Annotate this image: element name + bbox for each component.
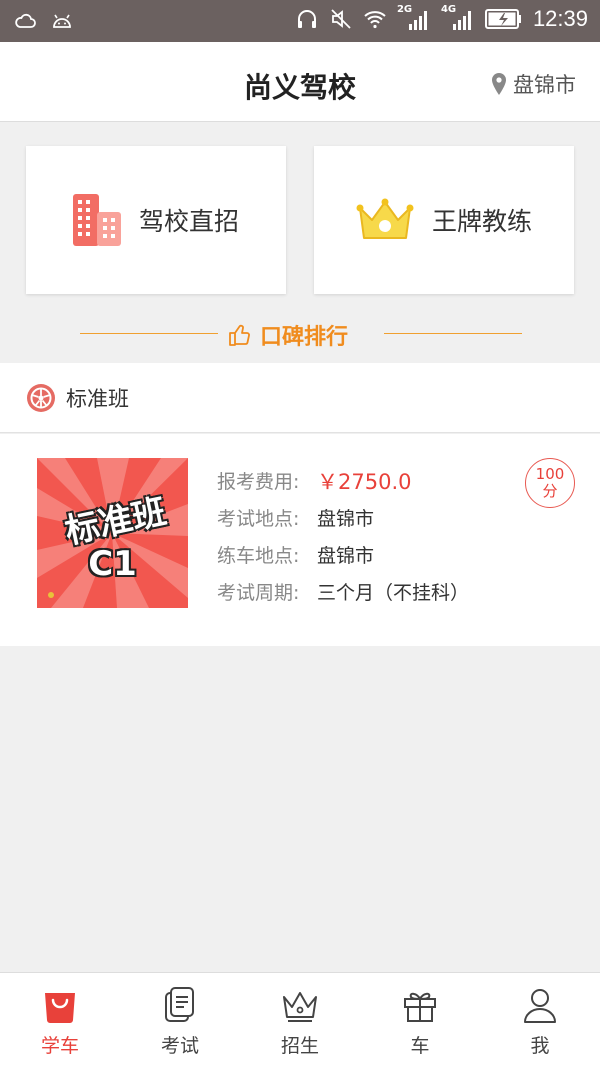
score-number: 100	[535, 465, 565, 483]
direct-recruit-card[interactable]: 驾校直招	[26, 146, 286, 294]
fee-value: ￥2750.0	[317, 469, 412, 494]
signal-4g-icon: 4G	[441, 4, 475, 32]
location-selector[interactable]: 盘锦市	[491, 69, 576, 99]
section-title: 标准班	[66, 386, 129, 411]
direct-recruit-label: 驾校直招	[138, 207, 239, 236]
divider-right	[384, 333, 522, 334]
location-pin-icon	[492, 73, 506, 95]
signal-2g-icon: 2G	[397, 4, 431, 32]
tab-car[interactable]: 车	[360, 973, 480, 1067]
ranking-header[interactable]: 口碑排行	[0, 316, 600, 352]
document-icon	[165, 987, 194, 1022]
fee-label: 报考费用:	[217, 471, 300, 493]
status-bar: 2G 4G 12:39	[0, 0, 600, 42]
building-icon	[72, 194, 121, 246]
ranking-label: 口碑排行	[260, 325, 349, 350]
android-icon	[53, 14, 71, 28]
clock: 12:39	[532, 6, 588, 31]
class-list-item[interactable]: 标准班 C1 报考费用: ￥2750.0 考试地点: 盘锦市 练车地点: 盘锦市…	[0, 434, 600, 646]
shopping-bag-icon	[45, 993, 75, 1023]
headphones-icon	[297, 10, 316, 28]
class-thumbnail[interactable]: 标准班 C1	[37, 458, 188, 608]
crown-icon	[283, 992, 317, 1022]
class-section-header: 标准班	[0, 363, 600, 433]
location-label: 盘锦市	[513, 73, 576, 97]
crown-icon	[356, 198, 414, 239]
tab-exam[interactable]: 考试	[120, 973, 240, 1067]
tab-me[interactable]: 我	[480, 973, 600, 1067]
ace-coach-card[interactable]: 王牌教练	[314, 146, 574, 294]
thumbs-up-icon	[229, 324, 250, 346]
mute-icon	[331, 9, 351, 29]
practice-site-value: 盘锦市	[317, 545, 375, 567]
score-badge: 100 分	[525, 458, 575, 508]
score-unit: 分	[542, 482, 558, 500]
quick-cards: 驾校直招 王牌教练	[26, 146, 574, 294]
ace-coach-label: 王牌教练	[431, 207, 532, 236]
tab-learn-driving[interactable]: 学车	[0, 973, 120, 1067]
divider-left	[80, 333, 218, 334]
tab-label: 学车	[40, 1035, 79, 1057]
tab-enrollment[interactable]: 招生	[240, 973, 360, 1067]
exam-site-label: 考试地点:	[217, 508, 300, 530]
exam-site-value: 盘锦市	[317, 508, 375, 530]
exam-period-value: 三个月（不挂科）	[317, 582, 470, 604]
wifi-icon	[364, 11, 386, 29]
exam-period-label: 考试周期:	[217, 582, 300, 604]
battery-icon	[484, 9, 521, 29]
tab-label: 考试	[160, 1035, 199, 1057]
tab-label: 我	[530, 1035, 550, 1057]
gift-icon	[404, 992, 436, 1022]
practice-site-label: 练车地点:	[217, 545, 300, 567]
cloud-icon	[15, 13, 36, 28]
bottom-tab-bar: 学车 考试 招生 车 我	[0, 972, 600, 1067]
wheel-icon	[27, 383, 55, 412]
exam-site-row: 考试地点: 盘锦市	[217, 499, 469, 536]
person-icon	[524, 989, 556, 1023]
thumbnail-subtitle: C1	[88, 544, 137, 584]
exam-period-row: 考试周期: 三个月（不挂科）	[217, 573, 469, 610]
tab-label: 车	[410, 1035, 430, 1057]
fee-row: 报考费用: ￥2750.0	[217, 462, 469, 499]
practice-site-row: 练车地点: 盘锦市	[217, 536, 469, 573]
class-info: 报考费用: ￥2750.0 考试地点: 盘锦市 练车地点: 盘锦市 考试周期: …	[217, 462, 469, 610]
app-header: 尚义驾校 盘锦市	[0, 42, 600, 122]
tab-label: 招生	[280, 1035, 319, 1057]
